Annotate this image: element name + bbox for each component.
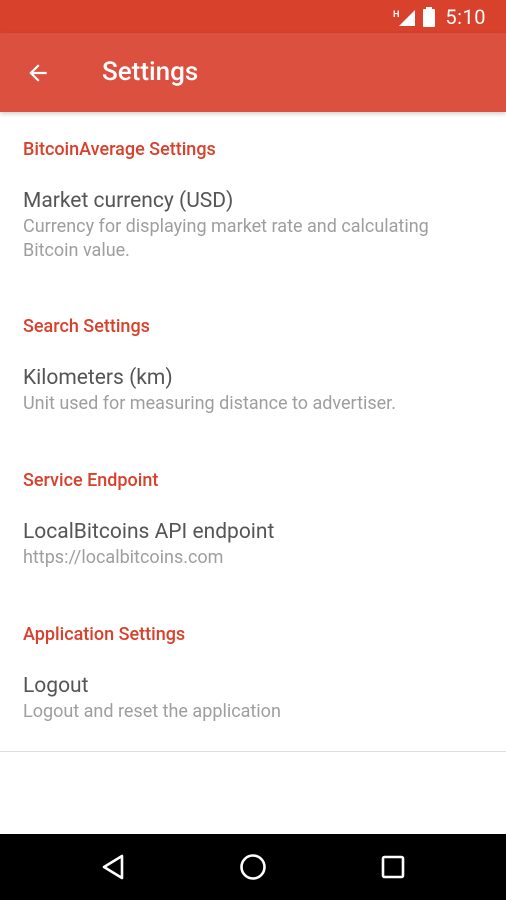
status-icons: H 5:10 (393, 5, 486, 29)
pref-title: Market currency (USD) (23, 189, 234, 213)
battery-icon (423, 6, 436, 27)
pref-summary: Currency for displaying market rate and … (23, 216, 429, 261)
signal-h-icon: H (393, 9, 416, 26)
page-title: Settings (102, 57, 199, 87)
svg-text:H: H (393, 9, 400, 19)
pref-summary: https://localbitcoins.com (23, 547, 224, 568)
app-bar: Settings (0, 33, 506, 112)
pref-title: Logout (23, 674, 89, 698)
home-circle-icon (240, 854, 266, 880)
section-header-application: Application Settings (23, 624, 186, 645)
back-triangle-icon (102, 854, 124, 880)
navigation-bar (0, 834, 506, 900)
pref-title: LocalBitcoins API endpoint (23, 520, 275, 544)
nav-recents-button[interactable] (376, 850, 410, 884)
nav-back-button[interactable] (96, 850, 130, 884)
pref-api-endpoint[interactable]: LocalBitcoins API endpoint https://local… (23, 518, 483, 570)
section-header-service-endpoint: Service Endpoint (23, 470, 159, 491)
pref-market-currency[interactable]: Market currency (USD) Currency for displ… (23, 187, 483, 263)
list-divider (0, 751, 506, 752)
pref-title: Kilometers (km) (23, 366, 173, 390)
section-header-bitcoinaverage: BitcoinAverage Settings (23, 139, 216, 160)
arrow-back-icon (29, 64, 47, 82)
section-header-search: Search Settings (23, 316, 150, 337)
recents-square-icon (381, 855, 405, 879)
status-bar: H 5:10 (0, 0, 506, 33)
pref-logout[interactable]: Logout Logout and reset the application (23, 672, 483, 724)
nav-home-button[interactable] (236, 850, 270, 884)
pref-summary: Logout and reset the application (23, 701, 281, 722)
status-time: 5:10 (445, 4, 486, 29)
back-button[interactable] (18, 53, 58, 93)
pref-summary: Unit used for measuring distance to adve… (23, 393, 396, 414)
pref-distance-unit[interactable]: Kilometers (km) Unit used for measuring … (23, 364, 483, 416)
